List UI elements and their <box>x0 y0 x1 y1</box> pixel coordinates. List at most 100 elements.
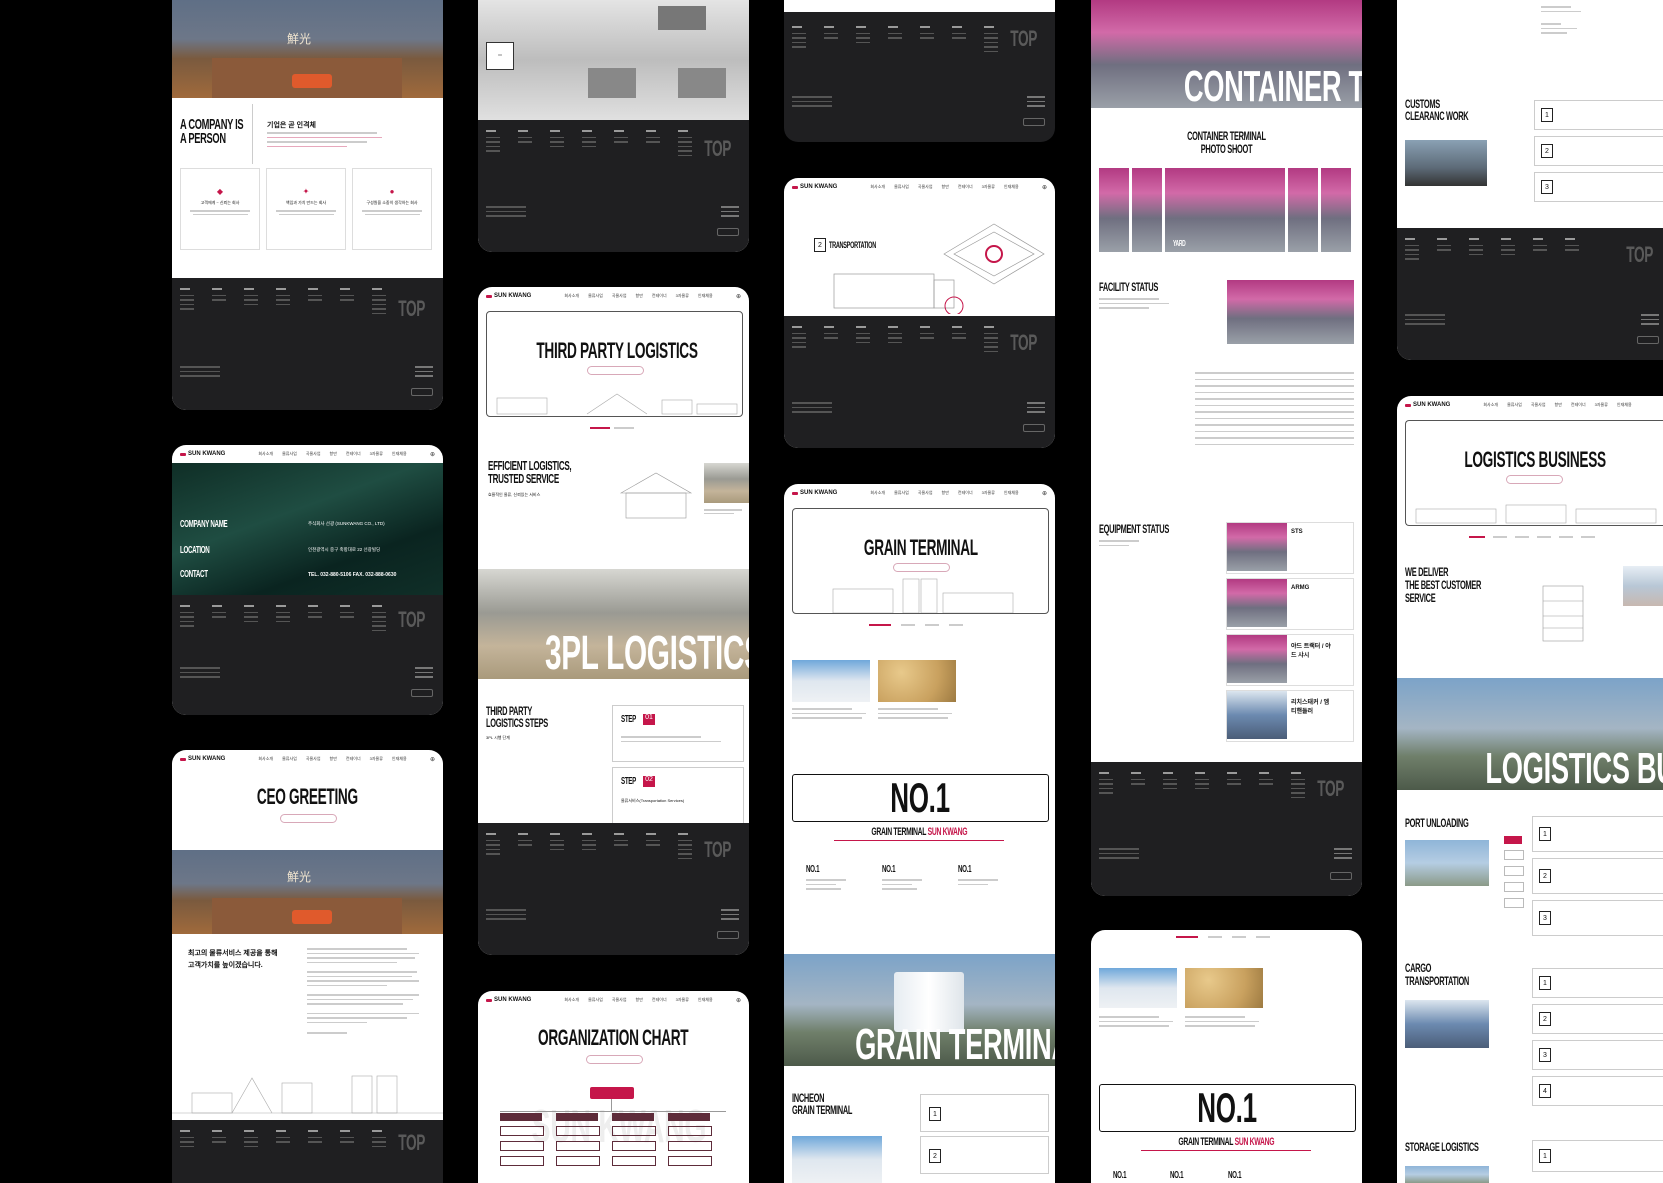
nav-item[interactable]: 물류사업 <box>282 756 297 762</box>
crane-photo <box>1623 566 1663 606</box>
nav-item[interactable]: 컨테이너 <box>1571 402 1586 408</box>
nav-item[interactable]: 곡물사업 <box>612 293 627 299</box>
globe-icon[interactable]: ⊕ <box>430 756 435 763</box>
nav-item[interactable]: 회사소개 <box>258 451 273 457</box>
nav-item[interactable]: 물류사업 <box>894 184 909 190</box>
nav-item[interactable]: 컨테이너 <box>652 997 667 1003</box>
top-button[interactable]: TOP <box>696 837 739 863</box>
family-site-select[interactable] <box>717 931 739 939</box>
nav-item[interactable]: 곡물사업 <box>918 184 933 190</box>
equipment-heading: EQUIPMENT STATUS <box>1099 522 1169 536</box>
globe-icon[interactable]: ⊕ <box>1042 184 1047 191</box>
nav-item[interactable]: 컨테이너 <box>346 756 361 762</box>
nav-item[interactable]: 3자물류 <box>676 293 689 299</box>
globe-icon[interactable]: ⊕ <box>736 293 741 300</box>
logo[interactable]: SUN KWANG <box>486 997 531 1003</box>
nav-item[interactable]: 항만 <box>636 997 643 1003</box>
logo[interactable]: SUN KWANG <box>1405 402 1450 408</box>
top-button[interactable]: TOP <box>1618 242 1661 268</box>
globe-icon[interactable]: ⊕ <box>736 997 741 1004</box>
top-button[interactable]: TOP <box>1002 330 1045 356</box>
nav-item[interactable]: 항만 <box>942 184 949 190</box>
page-title: LOGISTICS BUSINESS <box>1464 447 1606 472</box>
nav-item[interactable]: 곡물사업 <box>306 756 321 762</box>
breadcrumb[interactable] <box>893 563 950 572</box>
section-heading: EFFICIENT LOGISTICS, TRUSTED SERVICE 효율적인… <box>488 458 572 497</box>
breadcrumb[interactable] <box>587 366 644 375</box>
nav-item[interactable]: 3자물류 <box>370 756 383 762</box>
nav-item[interactable]: 물류사업 <box>894 490 909 496</box>
nav-item[interactable]: 인재채용 <box>392 756 407 762</box>
family-site-select[interactable] <box>1637 336 1659 344</box>
photo-strip[interactable]: YARD <box>1099 168 1351 252</box>
logo[interactable]: SUN KWANG <box>180 451 225 457</box>
nav-item[interactable]: 곡물사업 <box>612 997 627 1003</box>
nav-item[interactable]: 항만 <box>942 490 949 496</box>
logo[interactable]: SUN KWANG <box>792 490 837 496</box>
globe-icon[interactable]: ⊕ <box>1042 490 1047 497</box>
nav-item[interactable]: 회사소개 <box>870 184 885 190</box>
family-site-select[interactable] <box>717 228 739 236</box>
3pl-banner-photo: 3PL LOGISTICS <box>478 569 749 680</box>
nav-item[interactable]: 항만 <box>636 293 643 299</box>
nav-item[interactable]: 인재채용 <box>1617 402 1632 408</box>
nav-item[interactable]: 인재채용 <box>1004 490 1019 496</box>
sub-tabs[interactable] <box>869 624 963 626</box>
nav-item[interactable]: 회사소개 <box>870 490 885 496</box>
nav-item[interactable]: 인재채용 <box>698 997 713 1003</box>
nav-item[interactable]: 항만 <box>330 756 337 762</box>
top-button[interactable]: TOP <box>1309 776 1352 802</box>
nav-item[interactable]: 곡물사업 <box>918 490 933 496</box>
container-banner-photo: CONTAINER TERMINAL <box>1091 0 1362 111</box>
banner-title: GRAIN TERMINAL <box>855 1020 1055 1069</box>
nav-item[interactable]: 3자물류 <box>676 997 689 1003</box>
site-footer: TOP <box>478 120 749 252</box>
nav-item[interactable]: 컨테이너 <box>958 184 973 190</box>
sub-tabs[interactable] <box>590 427 638 431</box>
nav-item[interactable]: 항만 <box>1555 402 1562 408</box>
nav-item[interactable]: 회사소개 <box>564 293 579 299</box>
nav-item[interactable]: 컨테이너 <box>652 293 667 299</box>
top-button[interactable]: TOP <box>390 607 433 633</box>
top-button[interactable]: TOP <box>390 296 433 322</box>
nav-item[interactable]: 3자물류 <box>370 451 383 457</box>
family-site-select[interactable] <box>411 388 433 396</box>
nav-item[interactable]: 3자물류 <box>1595 402 1608 408</box>
sub-tabs[interactable] <box>1176 936 1270 938</box>
yard-label: YARD <box>1173 239 1186 248</box>
port-tabs[interactable] <box>1504 836 1524 908</box>
top-button[interactable]: TOP <box>696 136 739 162</box>
nav-item[interactable]: 3자물류 <box>982 184 995 190</box>
logo[interactable]: SUN KWANG <box>486 293 531 299</box>
nav-item[interactable]: 회사소개 <box>258 756 273 762</box>
breadcrumb[interactable] <box>1506 475 1563 484</box>
nav-item[interactable]: 곡물사업 <box>306 451 321 457</box>
breadcrumb[interactable] <box>586 1055 643 1064</box>
breadcrumb[interactable] <box>280 814 337 823</box>
family-site-select[interactable] <box>1023 118 1045 126</box>
nav-item[interactable]: 컨테이너 <box>958 490 973 496</box>
nav-item[interactable]: 회사소개 <box>1483 402 1498 408</box>
nav-item[interactable]: 물류사업 <box>282 451 297 457</box>
nav-item[interactable]: 곡물사업 <box>1531 402 1546 408</box>
nav-item[interactable]: 물류사업 <box>588 293 603 299</box>
nav-item[interactable]: 인재채용 <box>392 451 407 457</box>
logo[interactable]: SUN KWANG <box>792 184 837 190</box>
family-site-select[interactable] <box>1330 872 1352 880</box>
logo[interactable]: SUN KWANG <box>180 756 225 762</box>
nav-item[interactable]: 인재채용 <box>698 293 713 299</box>
nav-item[interactable]: 회사소개 <box>564 997 579 1003</box>
nav-item[interactable]: 컨테이너 <box>346 451 361 457</box>
no1-box: NO.1 <box>792 774 1049 822</box>
globe-icon[interactable]: ⊕ <box>430 451 435 458</box>
family-site-select[interactable] <box>411 689 433 697</box>
family-site-select[interactable] <box>1023 424 1045 432</box>
nav-item[interactable]: 3자물류 <box>982 490 995 496</box>
nav-item[interactable]: 인재채용 <box>1004 184 1019 190</box>
top-button[interactable]: TOP <box>1002 26 1045 52</box>
sub-tabs[interactable] <box>1469 536 1595 538</box>
nav-item[interactable]: 물류사업 <box>1507 402 1522 408</box>
nav-item[interactable]: 물류사업 <box>588 997 603 1003</box>
top-button[interactable]: TOP <box>390 1130 433 1156</box>
nav-item[interactable]: 항만 <box>330 451 337 457</box>
